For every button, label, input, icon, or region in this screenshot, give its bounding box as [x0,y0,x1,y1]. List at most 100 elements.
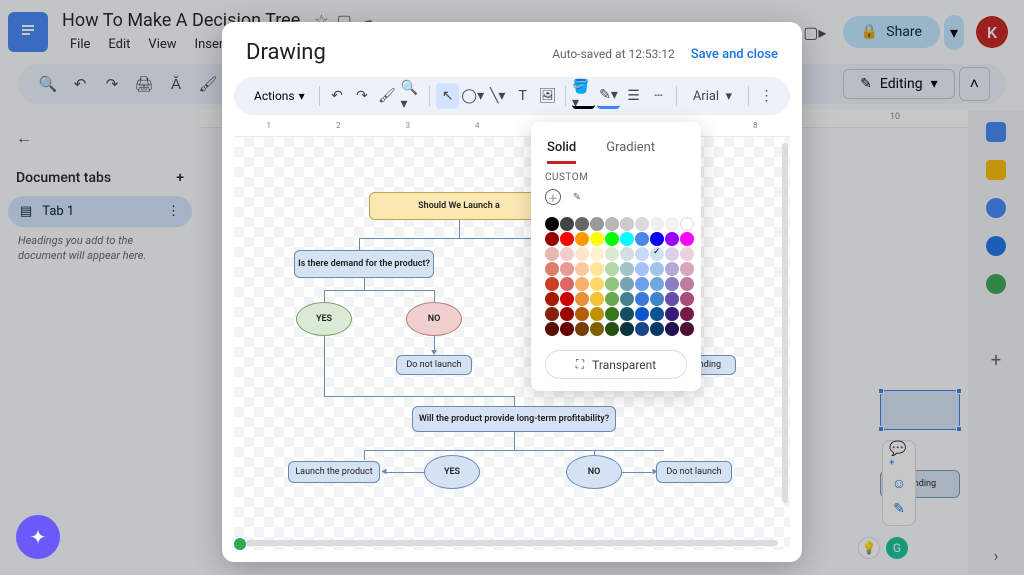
color-swatch[interactable] [635,262,649,276]
color-swatch[interactable] [665,262,679,276]
color-swatch[interactable] [665,232,679,246]
color-swatch[interactable] [680,292,694,306]
color-swatch[interactable] [590,232,604,246]
drawing-canvas[interactable]: Should We Launch a Is there demand for t… [234,137,790,550]
color-swatch[interactable] [650,277,664,291]
tab-gradient[interactable]: Gradient [606,134,655,164]
color-swatch[interactable] [545,232,559,246]
color-swatch[interactable] [605,247,619,261]
select-tool-icon[interactable]: ↖ [436,83,459,109]
color-swatch[interactable] [590,322,604,336]
color-swatch[interactable] [545,247,559,261]
color-swatch[interactable] [680,247,694,261]
color-swatch[interactable] [560,322,574,336]
color-swatch[interactable] [620,322,634,336]
color-swatch[interactable] [545,292,559,306]
color-swatch[interactable] [560,292,574,306]
color-swatch[interactable] [590,277,604,291]
color-swatch[interactable] [575,307,589,321]
color-swatch[interactable] [665,277,679,291]
color-swatch[interactable] [560,247,574,261]
line-tool-icon[interactable]: ╲▾ [486,83,509,109]
color-swatch[interactable] [680,307,694,321]
color-swatch[interactable] [650,307,664,321]
color-swatch[interactable] [635,277,649,291]
color-swatch[interactable] [665,307,679,321]
color-swatch[interactable] [605,307,619,321]
color-swatch[interactable] [635,322,649,336]
color-swatch[interactable] [575,322,589,336]
color-swatch[interactable] [575,247,589,261]
color-swatch[interactable] [575,232,589,246]
actions-menu[interactable]: Actions ▾ [246,85,313,107]
shape-yes-1[interactable]: YES [296,302,352,336]
color-swatch[interactable] [545,307,559,321]
canvas-resize-handle[interactable] [234,538,246,550]
color-swatch[interactable] [635,217,649,231]
color-swatch[interactable] [635,292,649,306]
canvas-scrollbar[interactable] [782,143,788,503]
color-swatch[interactable] [590,217,604,231]
text-tool-icon[interactable]: T [511,83,534,109]
shape-no-1[interactable]: NO [406,302,462,336]
color-swatch[interactable] [650,322,664,336]
color-swatch[interactable] [665,322,679,336]
color-swatch[interactable] [680,322,694,336]
color-swatch[interactable] [620,232,634,246]
color-swatch[interactable] [620,307,634,321]
color-swatch[interactable] [620,217,634,231]
color-swatch[interactable] [590,262,604,276]
color-swatch[interactable] [605,292,619,306]
color-swatch[interactable] [560,217,574,231]
color-swatch[interactable] [635,247,649,261]
shape-demand[interactable]: Is there demand for the product? [294,250,434,278]
shape-tool-icon[interactable]: ◯▾ [461,83,484,109]
color-swatch[interactable] [560,307,574,321]
color-swatch[interactable] [605,232,619,246]
color-swatch[interactable] [560,277,574,291]
color-swatch[interactable] [575,262,589,276]
color-swatch[interactable] [635,307,649,321]
eyedropper-icon[interactable]: ✎ [569,189,585,205]
color-swatch[interactable] [680,217,694,231]
font-select[interactable]: Arial ▾ [683,85,742,108]
color-swatch[interactable] [620,262,634,276]
shape-yes-2[interactable]: YES [424,455,480,489]
color-swatch[interactable] [590,307,604,321]
color-swatch[interactable] [545,262,559,276]
color-swatch[interactable] [605,217,619,231]
color-swatch[interactable] [605,277,619,291]
shape-no-2[interactable]: NO [566,455,622,489]
transparent-button[interactable]: ⛶ Transparent [545,350,687,379]
border-color-icon[interactable]: ✎▾ [597,83,620,109]
zoom-icon[interactable]: 🔍▾ [400,83,423,109]
redo-icon[interactable]: ↷ [351,83,374,109]
color-swatch[interactable] [680,277,694,291]
color-swatch[interactable] [590,247,604,261]
add-custom-color-icon[interactable]: ＋ [545,189,561,205]
image-tool-icon[interactable]: 🖼 [536,83,559,109]
color-swatch[interactable] [590,292,604,306]
paint-format-icon[interactable]: 🖌 [375,83,398,109]
color-swatch[interactable] [545,322,559,336]
color-swatch[interactable] [560,262,574,276]
tab-solid[interactable]: Solid [547,134,576,164]
color-swatch[interactable] [605,262,619,276]
border-dash-icon[interactable]: ┄ [647,83,670,109]
save-and-close-button[interactable]: Save and close [691,47,778,62]
color-swatch[interactable] [650,262,664,276]
color-swatch[interactable] [650,217,664,231]
color-swatch[interactable] [620,277,634,291]
color-swatch[interactable] [575,277,589,291]
undo-icon[interactable]: ↶ [326,83,349,109]
border-weight-icon[interactable]: ☰ [622,83,645,109]
color-swatch[interactable] [545,277,559,291]
color-swatch[interactable] [665,292,679,306]
color-swatch[interactable] [650,232,664,246]
canvas-h-scrollbar[interactable] [246,540,778,546]
color-swatch[interactable] [575,217,589,231]
color-swatch[interactable] [665,247,679,261]
shape-donotlaunch-1[interactable]: Do not launch [396,355,472,375]
color-swatch[interactable] [605,322,619,336]
more-options-icon[interactable]: ⋮ [755,83,778,109]
